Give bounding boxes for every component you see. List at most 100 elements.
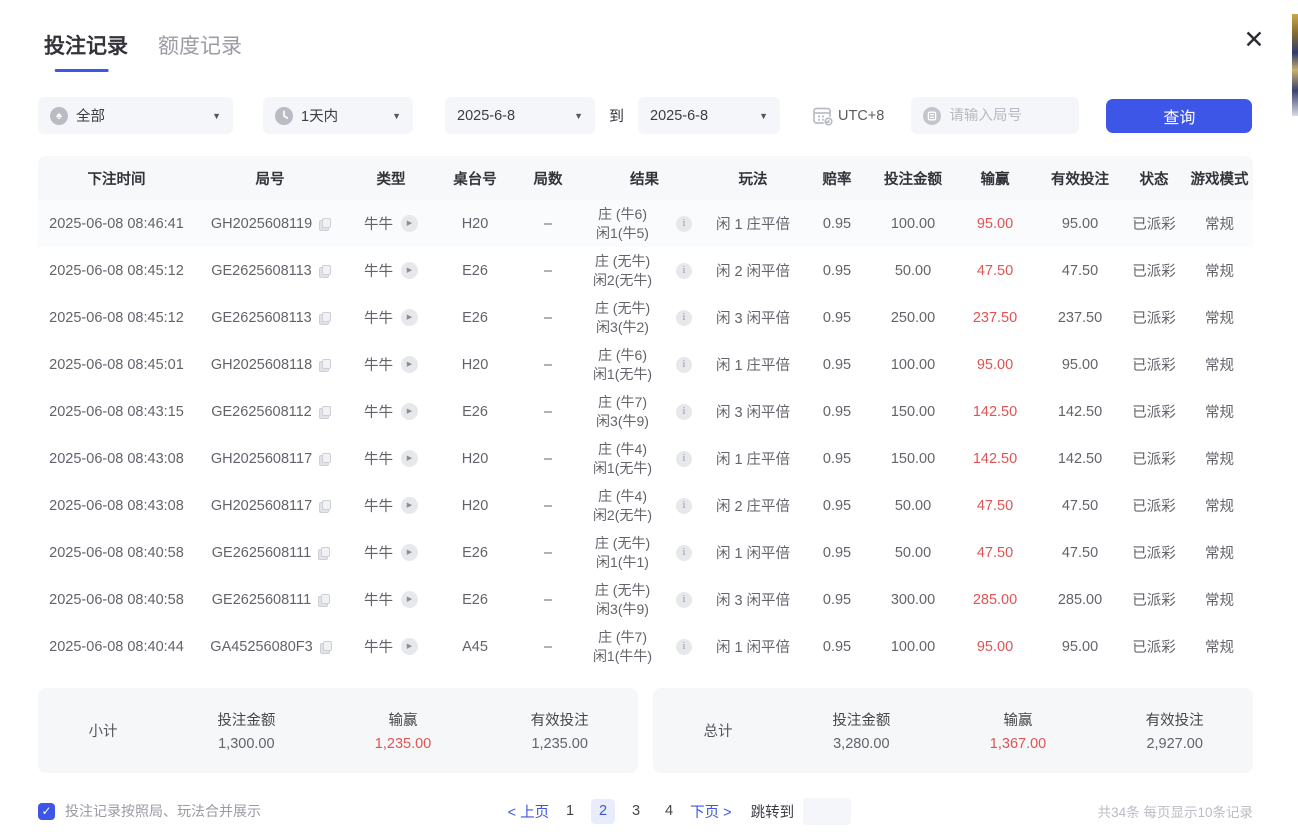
subtotal-win: 输赢 1,235.00: [325, 709, 482, 752]
tab-quota-records[interactable]: 额度记录: [158, 30, 242, 72]
cell-game-mode: 常规: [1186, 213, 1253, 234]
query-button[interactable]: 查询: [1106, 99, 1252, 133]
footer-bar: ✓ 投注记录按照局、玩法合并展示 < 上页 1 2 3 4 下页 > 跳转到 共…: [38, 795, 1253, 827]
play-video-icon[interactable]: ▶: [401, 591, 418, 608]
play-video-icon[interactable]: ▶: [401, 403, 418, 420]
date-from-select[interactable]: 2025-6-8 ▼: [445, 97, 595, 134]
jump-to-page-input[interactable]: [803, 798, 851, 825]
cell-rounds: –: [513, 592, 583, 608]
cell-bet-time: 2025-06-08 08:40:44: [38, 639, 195, 655]
play-video-icon[interactable]: ▶: [401, 450, 418, 467]
game-type-text: 牛牛: [364, 495, 393, 516]
copy-icon[interactable]: [319, 359, 329, 371]
merge-display-label: 投注记录按照局、玩法合并展示: [65, 801, 261, 821]
play-video-icon[interactable]: ▶: [401, 262, 418, 279]
info-icon[interactable]: i: [676, 357, 692, 373]
info-icon[interactable]: i: [676, 263, 692, 279]
info-icon[interactable]: i: [676, 498, 692, 514]
play-video-icon[interactable]: ▶: [401, 215, 418, 232]
info-icon[interactable]: i: [676, 545, 692, 561]
cell-round-id: GE2625608111: [195, 545, 345, 561]
copy-icon[interactable]: [319, 312, 329, 324]
cell-game-mode: 常规: [1186, 542, 1253, 563]
jump-to-label: 跳转到: [751, 801, 795, 822]
cell-valid-bet: 142.50: [1038, 404, 1122, 420]
cell-rounds: –: [513, 498, 583, 514]
total-bet: 投注金额 3,280.00: [783, 709, 940, 752]
result-banker: 庄 (无牛): [595, 299, 650, 317]
copy-icon[interactable]: [320, 641, 330, 653]
info-icon[interactable]: i: [676, 216, 692, 232]
cell-game-type: 牛牛 ▶: [345, 401, 437, 422]
game-category-select[interactable]: ♠ 全部 ▼: [38, 97, 233, 134]
cell-result: 庄 (无牛) 闲3(牛2): [583, 299, 662, 336]
copy-icon[interactable]: [319, 500, 329, 512]
round-id-text: GH2025608118: [211, 357, 312, 373]
subtotal-win-value: 1,235.00: [325, 736, 482, 752]
play-video-icon[interactable]: ▶: [401, 356, 418, 373]
page-button-1[interactable]: 1: [558, 799, 582, 824]
cell-odds: 0.95: [800, 498, 874, 514]
cell-play: 闲 1 庄平倍: [706, 354, 800, 375]
cell-bet-amount: 50.00: [874, 498, 952, 514]
info-icon[interactable]: i: [676, 310, 692, 326]
page-button-3[interactable]: 3: [624, 799, 648, 824]
record-count-info: 共34条 每页显示10条记录: [1098, 801, 1253, 821]
cell-game-type: 牛牛 ▶: [345, 213, 437, 234]
subtotal-label: 小计: [38, 720, 168, 741]
timezone-display[interactable]: UTC+8: [812, 105, 884, 127]
round-number-field[interactable]: [911, 97, 1079, 134]
cell-valid-bet: 95.00: [1038, 639, 1122, 655]
copy-icon[interactable]: [319, 453, 329, 465]
column-header-mode: 游戏模式: [1186, 168, 1253, 189]
play-video-icon[interactable]: ▶: [401, 309, 418, 326]
merge-display-checkbox[interactable]: ✓: [38, 803, 55, 820]
cell-result: 庄 (牛6) 闲1(牛5): [583, 205, 662, 242]
page-button-2-active[interactable]: 2: [591, 799, 615, 824]
tab-bet-records[interactable]: 投注记录: [44, 30, 128, 72]
round-number-input[interactable]: [949, 108, 1059, 124]
cell-bet-time: 2025-06-08 08:45:01: [38, 357, 195, 373]
result-player: 闲3(牛9): [596, 600, 649, 618]
page-button-4[interactable]: 4: [657, 799, 681, 824]
copy-icon[interactable]: [319, 265, 329, 277]
next-page-button[interactable]: 下页 >: [690, 801, 732, 822]
cell-round-id: GH2025608117: [195, 451, 345, 467]
total-win-label: 输赢: [940, 709, 1097, 730]
cell-bet-time: 2025-06-08 08:43:08: [38, 451, 195, 467]
copy-icon[interactable]: [318, 547, 328, 559]
info-icon[interactable]: i: [676, 404, 692, 420]
chevron-down-icon: ▼: [212, 111, 221, 121]
page-size-text: 每页显示10条记录: [1143, 805, 1253, 820]
info-icon[interactable]: i: [676, 639, 692, 655]
subtotal-valid-label: 有效投注: [481, 709, 638, 730]
play-video-icon[interactable]: ▶: [401, 544, 418, 561]
copy-icon[interactable]: [319, 406, 329, 418]
total-win-value: 1,367.00: [940, 736, 1097, 752]
round-id-text: GE2625608111: [212, 592, 311, 608]
result-player: 闲1(牛牛): [593, 647, 652, 665]
total-win: 输赢 1,367.00: [940, 709, 1097, 752]
info-icon[interactable]: i: [676, 451, 692, 467]
bet-records-modal: ✕ 投注记录 额度记录 ♠ 全部 ▼ 1天内 ▼ 2025-6-8: [0, 0, 1298, 837]
cell-win-loss: 95.00: [952, 357, 1038, 373]
column-header-round: 局号: [195, 168, 345, 189]
cell-table-no: E26: [437, 592, 513, 608]
date-to-select[interactable]: 2025-6-8 ▼: [638, 97, 780, 134]
cell-table-no: E26: [437, 310, 513, 326]
copy-icon[interactable]: [319, 218, 329, 230]
play-video-icon[interactable]: ▶: [401, 497, 418, 514]
cell-game-mode: 常规: [1186, 495, 1253, 516]
prev-page-button[interactable]: < 上页: [508, 801, 550, 822]
round-id-text: GH2025608117: [211, 451, 312, 467]
cell-game-type: 牛牛 ▶: [345, 495, 437, 516]
info-icon[interactable]: i: [676, 592, 692, 608]
play-video-icon[interactable]: ▶: [401, 638, 418, 655]
time-range-select[interactable]: 1天内 ▼: [263, 97, 413, 134]
cell-win-loss: 47.50: [952, 498, 1038, 514]
result-player: 闲1(无牛): [593, 459, 652, 477]
copy-icon[interactable]: [318, 594, 328, 606]
cell-status: 已派彩: [1122, 307, 1186, 328]
cell-valid-bet: 47.50: [1038, 498, 1122, 514]
close-icon[interactable]: ✕: [1240, 26, 1268, 54]
